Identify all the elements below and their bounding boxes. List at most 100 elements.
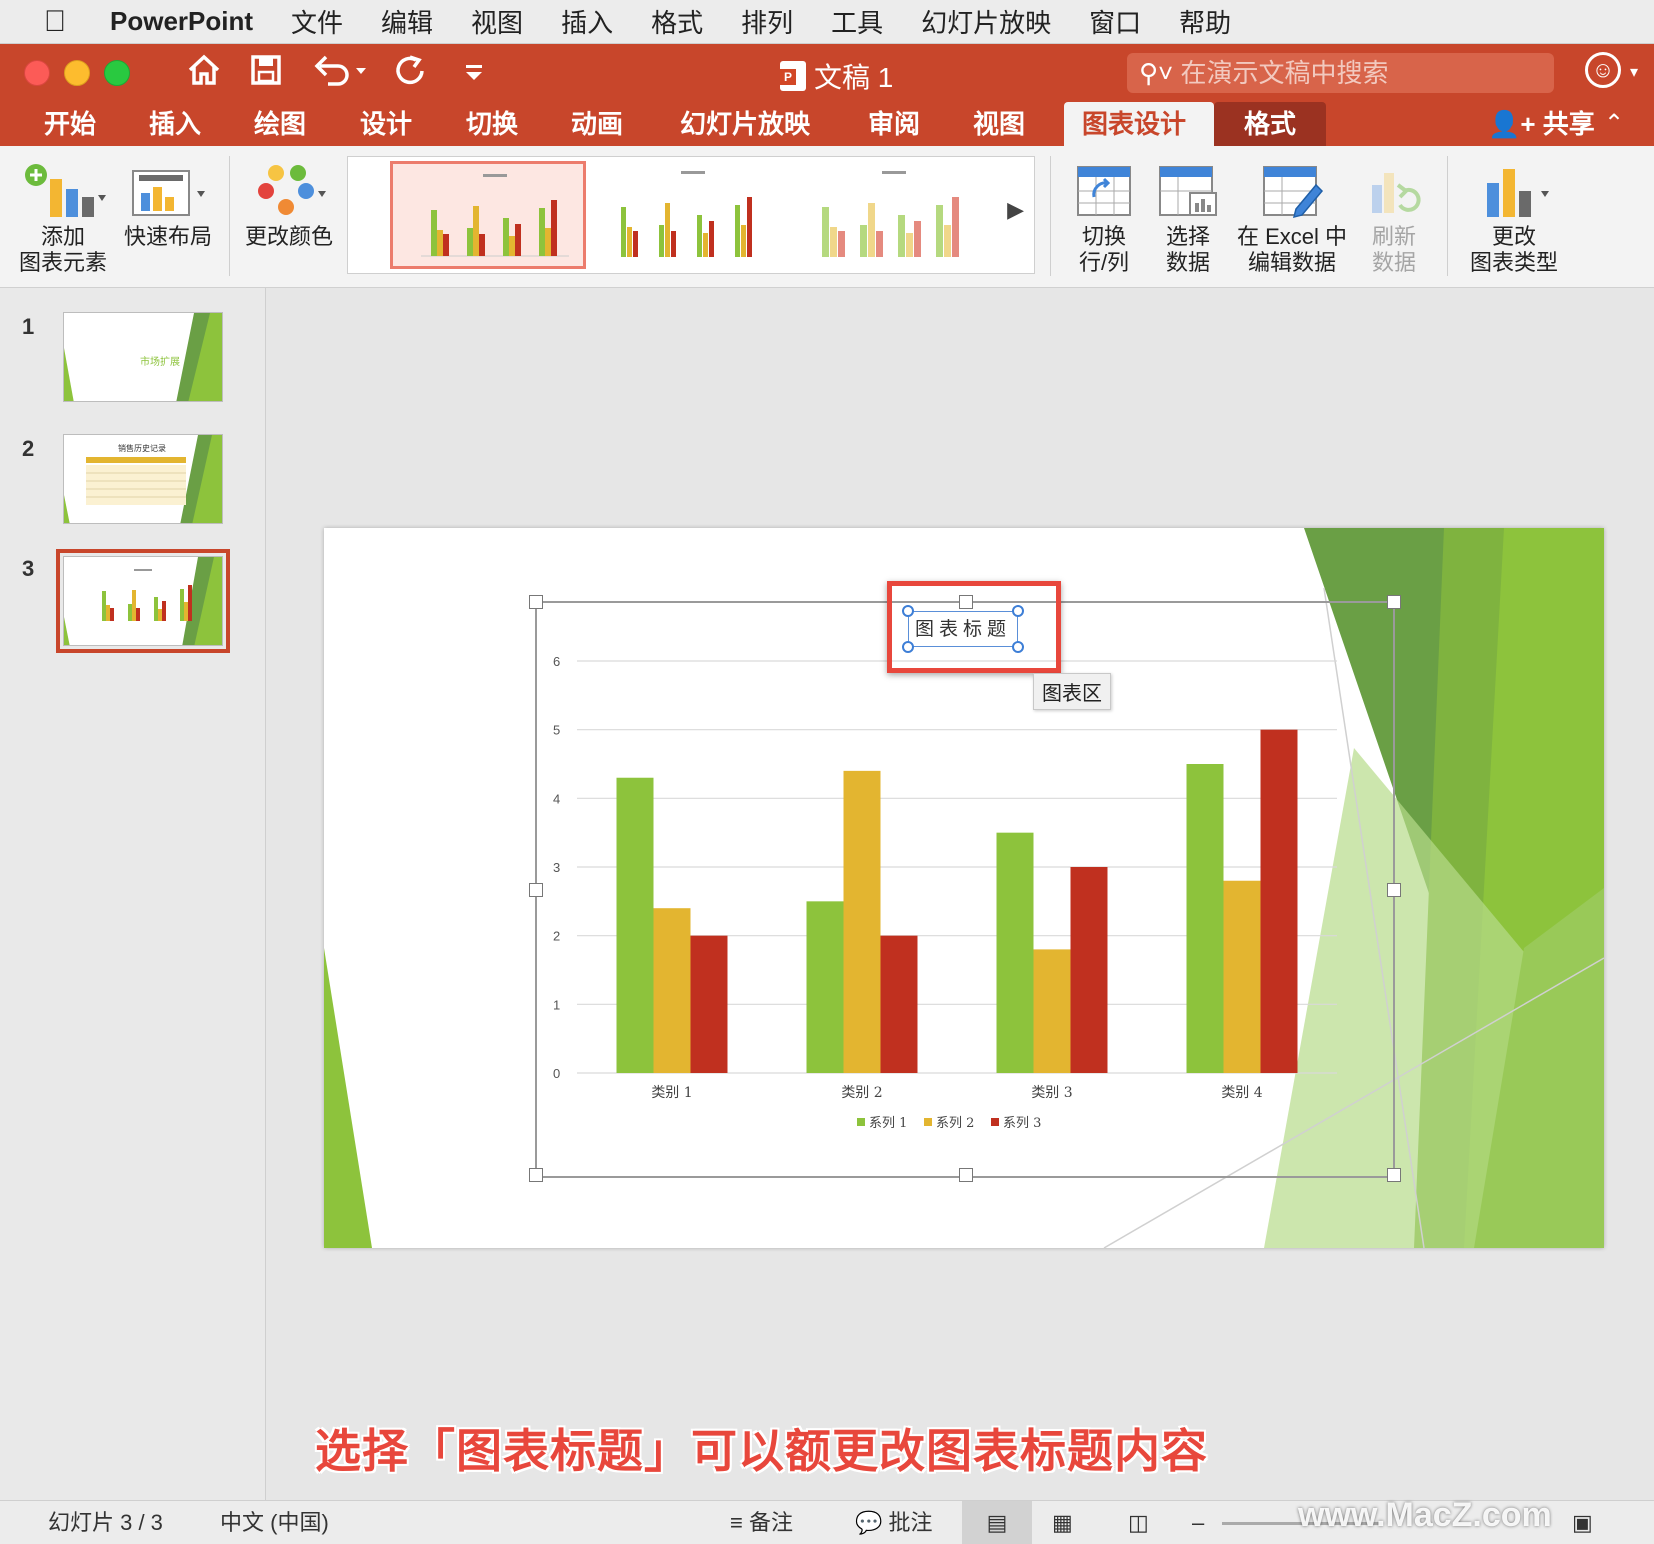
- edit-excel-label-1: 在 Excel 中: [1236, 224, 1348, 249]
- tab-home[interactable]: 开始: [26, 102, 114, 146]
- gallery-next-arrow-icon[interactable]: ▶: [1007, 197, 1024, 223]
- notes-icon: ≡: [730, 1510, 743, 1535]
- bar-2-4: [1223, 880, 1261, 1073]
- add-element-label-1: 添加: [40, 224, 85, 249]
- close-window-button[interactable]: [24, 60, 50, 86]
- share-label: 共享: [1542, 109, 1595, 139]
- chart-style-2[interactable]: [591, 161, 787, 269]
- legend-swatch: [857, 1118, 865, 1126]
- select-data-icon: [1150, 158, 1226, 224]
- minimize-window-button[interactable]: [64, 60, 90, 86]
- refresh-data-button[interactable]: 刷新 数据: [1356, 158, 1432, 276]
- switch-row-column-button[interactable]: 切换 行/列: [1066, 158, 1142, 276]
- ribbon-tabs: 开始 插入 绘图 设计 切换 动画 幻灯片放映 审阅 视图 图表设计 格式 👤+…: [0, 102, 1654, 146]
- menu-tools[interactable]: 工具: [831, 3, 883, 40]
- x-tick-label: 类别 3: [1031, 1085, 1072, 1101]
- bar-3-2: [880, 935, 918, 1073]
- menu-file[interactable]: 文件: [291, 3, 343, 40]
- palette-icon: [240, 158, 338, 224]
- change-colors-label: 更改颜色: [244, 224, 333, 249]
- zoom-window-button[interactable]: [104, 60, 130, 86]
- undo-icon[interactable]: [312, 52, 370, 98]
- chart-area[interactable]: 0 1 2 3 4 5 6 类别 1 类别 2 类别 3 类别 4 系列 1 系列 2 系列 3 图表标题…: [529, 581, 1401, 1182]
- switch-label-1: 切换: [1081, 224, 1126, 249]
- select-data-button[interactable]: 选择 数据: [1150, 158, 1226, 276]
- fit-to-window-icon[interactable]: ▣: [1572, 1501, 1593, 1544]
- chart-resize-handle[interactable]: [1387, 883, 1401, 897]
- change-chart-type-button[interactable]: 更改 图表类型: [1462, 158, 1566, 276]
- menu-format[interactable]: 格式: [651, 3, 703, 40]
- chart-resize-handle[interactable]: [529, 1168, 543, 1182]
- menu-slideshow[interactable]: 幻灯片放映: [921, 3, 1051, 40]
- slide-thumbnail-2[interactable]: 销售历史记录: [63, 434, 223, 524]
- comments-button[interactable]: 💬 批注: [855, 1501, 933, 1544]
- y-tick-label: 4: [553, 791, 560, 806]
- collapse-ribbon-icon[interactable]: ⌃: [1604, 102, 1624, 146]
- chart-resize-handle[interactable]: [529, 883, 543, 897]
- ribbon-panel: 添加 图表元素 快速布局 更改颜色 ▶ 切换 行/列 选择 数据 在 Excel…: [0, 146, 1654, 288]
- chart-style-3[interactable]: [792, 161, 988, 269]
- menu-edit[interactable]: 编辑: [381, 3, 433, 40]
- quick-layout-button[interactable]: 快速布局: [120, 158, 216, 250]
- apple-icon[interactable]: : [0, 0, 110, 44]
- refresh-label-2: 数据: [1371, 250, 1416, 275]
- ribbon-separator: [229, 156, 230, 276]
- tab-chart-design[interactable]: 图表设计: [1064, 102, 1214, 146]
- language-indicator[interactable]: 中文 (中国): [220, 1501, 329, 1544]
- edit-in-excel-button[interactable]: 在 Excel 中 编辑数据: [1234, 158, 1350, 276]
- chart-style-1[interactable]: [390, 161, 586, 269]
- feedback-smiley-icon[interactable]: ☺: [1585, 52, 1621, 88]
- normal-view-button[interactable]: ▤: [962, 1501, 1032, 1544]
- tab-draw[interactable]: 绘图: [236, 102, 324, 146]
- menu-arrange[interactable]: 排列: [741, 3, 793, 40]
- tab-format[interactable]: 格式: [1214, 102, 1326, 146]
- presenter-view-button[interactable]: ◫: [1128, 1501, 1149, 1544]
- tab-design[interactable]: 设计: [342, 102, 430, 146]
- ribbon-separator: [1447, 156, 1448, 276]
- chart-resize-handle[interactable]: [1387, 1168, 1401, 1182]
- watermark-text: www.MacZ.com: [1298, 1496, 1552, 1534]
- tab-review[interactable]: 审阅: [850, 102, 938, 146]
- bar-3-4: [1260, 729, 1298, 1073]
- share-button[interactable]: 👤+ 共享: [1488, 102, 1595, 146]
- quick-layout-icon: [120, 158, 216, 224]
- redo-icon[interactable]: [392, 52, 428, 98]
- edit-excel-label-2: 编辑数据: [1247, 250, 1336, 275]
- save-icon[interactable]: [250, 52, 282, 98]
- slide-sorter-button[interactable]: ▦: [1052, 1501, 1073, 1544]
- chart-resize-handle[interactable]: [959, 595, 973, 609]
- menu-help[interactable]: 帮助: [1179, 3, 1231, 40]
- notes-button[interactable]: ≡ 备注: [730, 1501, 793, 1544]
- tab-insert[interactable]: 插入: [131, 102, 219, 146]
- menu-insert[interactable]: 插入: [561, 3, 613, 40]
- add-chart-element-button[interactable]: 添加 图表元素: [18, 158, 108, 276]
- slide-thumbnail-1[interactable]: 市场扩展: [63, 312, 223, 402]
- presenter-icon: ◫: [1128, 1510, 1149, 1535]
- y-tick-label: 1: [553, 997, 560, 1012]
- select-data-label-1: 选择: [1165, 224, 1210, 249]
- tab-slideshow[interactable]: 幻灯片放映: [662, 102, 828, 146]
- tab-view[interactable]: 视图: [955, 102, 1043, 146]
- tab-transitions[interactable]: 切换: [448, 102, 536, 146]
- tab-animations[interactable]: 动画: [553, 102, 641, 146]
- feedback-dropdown-icon[interactable]: ▾: [1630, 62, 1638, 82]
- current-slide[interactable]: 0 1 2 3 4 5 6 类别 1 类别 2 类别 3 类别 4 系列 1 系列 2 系列 3 图表标题…: [324, 528, 1604, 1248]
- bar-chart: 0 1 2 3 4 5 6 类别 1 类别 2 类别 3 类别 4 系列 1 系列 2 系列 3: [553, 654, 1337, 1131]
- menu-window[interactable]: 窗口: [1089, 3, 1141, 40]
- menu-view[interactable]: 视图: [471, 3, 523, 40]
- search-input[interactable]: ⚲˅ 在演示文稿中搜索: [1127, 53, 1554, 93]
- chart-resize-handle[interactable]: [1387, 595, 1401, 609]
- chart-resize-handle[interactable]: [959, 1168, 973, 1182]
- instruction-caption: 选择「图表标题」可以额更改图表标题内容: [315, 1425, 1208, 1477]
- change-colors-button[interactable]: 更改颜色: [240, 158, 338, 250]
- normal-view-icon: ▤: [986, 1510, 1008, 1535]
- app-name-menu[interactable]: PowerPoint: [110, 6, 253, 37]
- home-icon[interactable]: [186, 52, 222, 98]
- y-tick-label: 3: [553, 860, 560, 875]
- slide-thumbnail-3[interactable]: [56, 549, 230, 653]
- y-tick-label: 5: [553, 723, 560, 738]
- zoom-out-button[interactable]: –: [1192, 1501, 1204, 1544]
- customize-toolbar-icon[interactable]: [462, 52, 486, 98]
- document-title-text: 文稿 1: [814, 62, 894, 93]
- chart-resize-handle[interactable]: [529, 595, 543, 609]
